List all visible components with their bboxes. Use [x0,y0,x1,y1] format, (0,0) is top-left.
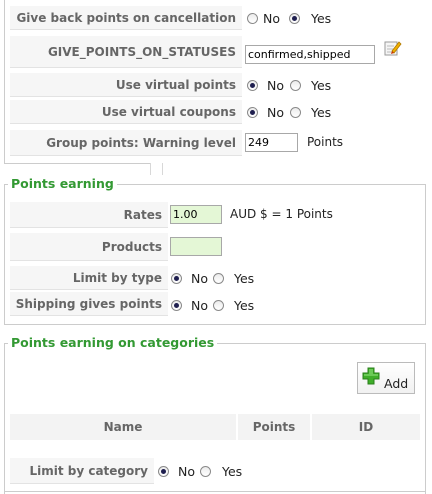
points-earning-border-bottom [4,324,426,325]
shipping-yes-radio[interactable] [213,300,224,311]
warning-level-label: Group points: Warning level [10,130,242,156]
virtual-coupons-yes-label: Yes [311,105,332,120]
column-header-id[interactable]: ID [312,414,420,440]
categories-legend: Points earning on categories [8,335,218,350]
add-button-label: Add [384,376,409,391]
add-category-button[interactable]: Add [357,362,415,394]
limit-by-type-yes-radio[interactable] [213,273,224,284]
fieldset-border-bottom [4,163,150,164]
rates-input[interactable]: 1.00 [170,205,222,224]
limit-by-category-no-radio[interactable] [158,466,169,477]
virtual-coupons-label: Use virtual coupons [10,100,242,124]
virtual-coupons-no-label: No [267,105,284,120]
limit-by-type-yes-label: Yes [234,271,255,286]
products-label: Products [10,233,168,261]
give-back-no-label: No [263,11,280,26]
shipping-yes-label: Yes [234,298,255,313]
give-back-no-radio[interactable] [247,13,258,24]
limit-by-type-no-radio[interactable] [171,273,182,284]
statuses-label: GIVE_POINTS_ON_STATUSES [10,36,242,68]
virtual-coupons-no-radio[interactable] [247,107,258,118]
products-input[interactable] [170,237,222,256]
virtual-points-label: Use virtual points [10,73,242,97]
limit-by-category-yes-radio[interactable] [200,466,211,477]
categories-border-right [425,343,426,494]
shipping-label: Shipping gives points [10,292,168,316]
fieldset-border-left [4,0,5,163]
points-earning-legend: Points earning [8,176,117,191]
green-plus-icon [362,367,380,385]
rates-label: Rates [10,202,168,228]
column-header-name[interactable]: Name [10,414,236,440]
give-back-yes-label: Yes [311,11,332,26]
fieldset-divider [162,163,163,175]
limit-by-type-no-label: No [191,271,208,286]
virtual-points-yes-label: Yes [311,78,332,93]
give-back-points-label: Give back points on cancellation [10,6,242,30]
limit-by-category-yes-label: Yes [222,464,243,479]
warning-level-input[interactable]: 249 [245,133,298,152]
shipping-no-radio[interactable] [171,300,182,311]
categories-border-left [4,343,5,494]
virtual-points-yes-radio[interactable] [290,80,301,91]
fieldset-divider [150,163,151,175]
edit-pencil-icon[interactable] [384,39,402,57]
limit-by-category-label: Limit by category [10,458,154,484]
virtual-coupons-yes-radio[interactable] [290,107,301,118]
column-header-points[interactable]: Points [238,414,310,440]
give-back-yes-radio[interactable] [289,13,300,24]
virtual-points-no-radio[interactable] [247,80,258,91]
virtual-points-no-label: No [267,78,284,93]
shipping-no-label: No [191,298,208,313]
limit-by-type-label: Limit by type [10,266,168,290]
points-earning-border-left [4,184,5,325]
statuses-input[interactable]: confirmed,shipped [245,45,375,64]
limit-by-category-no-label: No [178,464,195,479]
categories-border-bottom [4,491,426,492]
points-earning-border-right [425,184,426,325]
rates-suffix: AUD $ = 1 Points [230,207,333,221]
warning-level-unit: Points [307,135,344,149]
